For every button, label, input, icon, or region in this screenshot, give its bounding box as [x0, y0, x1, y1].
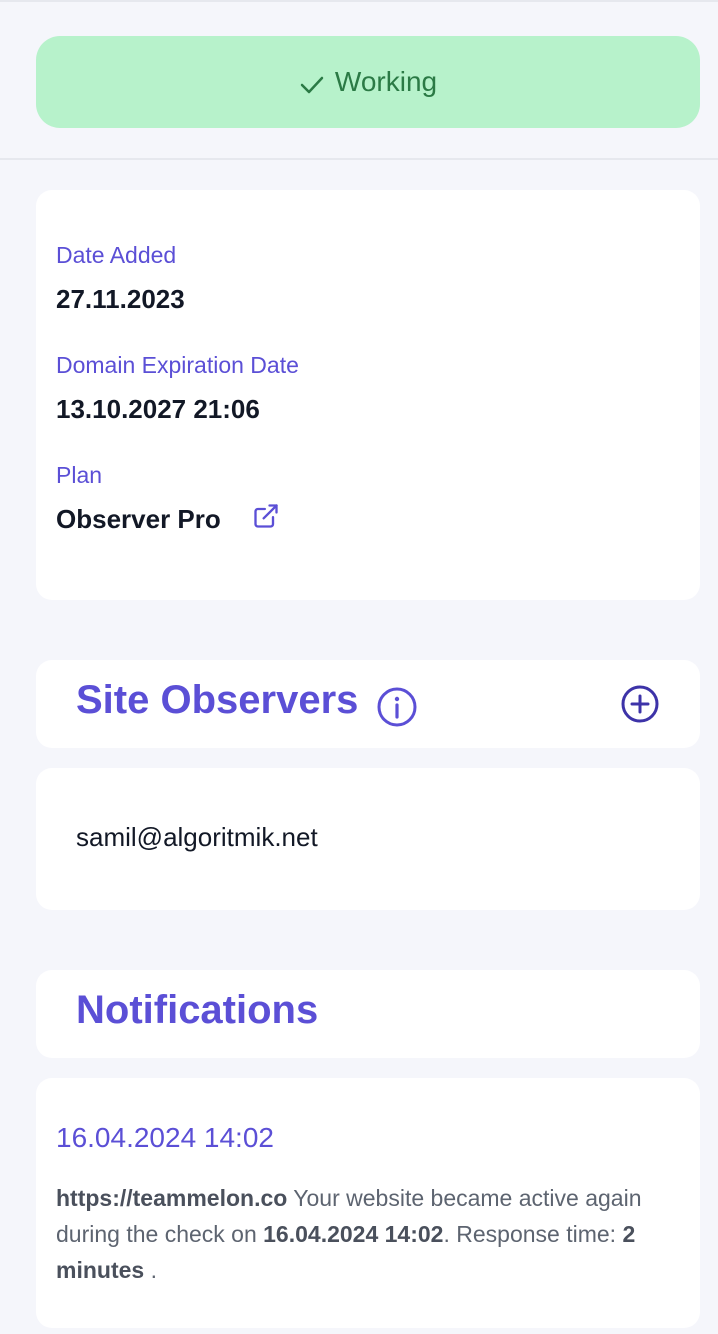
site-details-card: Date Added 27.11.2023 Domain Expiration …: [36, 190, 700, 600]
date-added-value: 27.11.2023: [56, 284, 185, 314]
plan-label: Plan: [56, 462, 103, 488]
notification-text-2: . Response time:: [443, 1221, 623, 1247]
expiration-label: Domain Expiration Date: [56, 352, 299, 378]
notification-message: https://teammelon.co Your website became…: [56, 1180, 676, 1288]
notification-date: 16.04.2024 14:02: [56, 1122, 274, 1153]
expiration-value: 13.10.2027 21:06: [56, 394, 260, 424]
site-observers-title: Site Observers: [76, 678, 359, 722]
notifications-header: Notifications: [36, 970, 700, 1058]
check-icon: [300, 76, 324, 94]
status-label: Working: [334, 66, 438, 97]
site-observers-header: Site Observers: [36, 660, 700, 748]
external-link-icon[interactable]: [252, 502, 280, 530]
plan-value: Observer Pro: [56, 504, 221, 534]
observer-email: samil@algoritmik.net: [76, 822, 318, 852]
notification-check-time: 16.04.2024 14:02: [263, 1221, 444, 1247]
info-icon[interactable]: [376, 686, 418, 728]
notification-text-3: .: [144, 1257, 157, 1283]
notification-url: https://teammelon.co: [56, 1185, 288, 1211]
add-circle-icon[interactable]: [620, 684, 660, 724]
status-badge: Working: [36, 36, 700, 128]
notifications-title: Notifications: [76, 988, 319, 1032]
observers-list-card: samil@algoritmik.net: [36, 768, 700, 910]
status-area: Working: [0, 0, 718, 160]
date-added-label: Date Added: [56, 242, 177, 268]
notification-item: 16.04.2024 14:02 https://teammelon.co Yo…: [36, 1078, 700, 1328]
